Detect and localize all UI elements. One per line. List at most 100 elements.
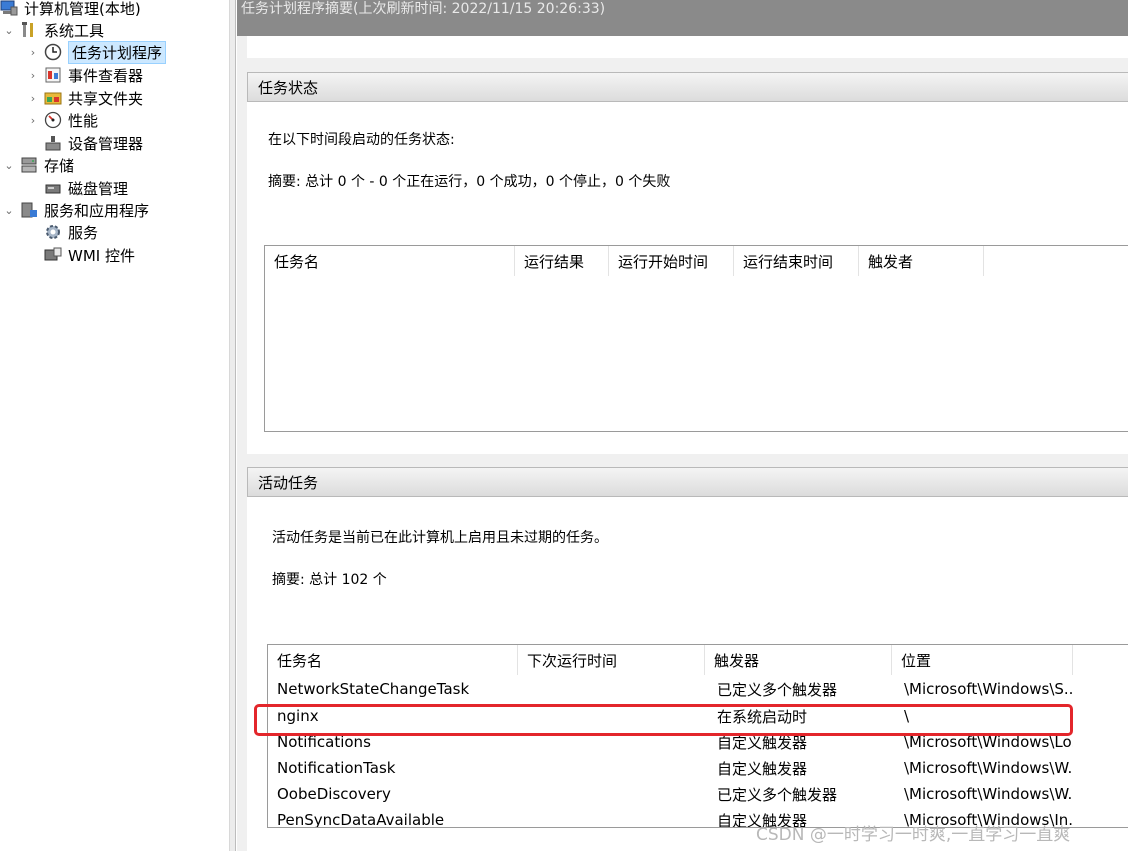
tree-label: 设备管理器 — [68, 134, 144, 153]
table-row[interactable]: NetworkStateChangeTask 已定义多个触发器 \Microso… — [268, 676, 1128, 702]
cell-next-run — [518, 807, 705, 827]
tree-node-storage[interactable]: ⌄ 存储 — [2, 154, 74, 176]
storage-icon — [20, 156, 38, 174]
column-header-run-result[interactable]: 运行结果 — [515, 246, 609, 276]
active-tasks-table: 任务名 下次运行时间 触发器 位置 NetworkStateChangeTask… — [267, 644, 1128, 828]
column-header-run-start[interactable]: 运行开始时间 — [609, 246, 734, 276]
column-header-next-run[interactable]: 下次运行时间 — [518, 645, 705, 675]
chevron-right-icon[interactable]: › — [26, 91, 40, 105]
tree-label: WMI 控件 — [68, 246, 135, 265]
cell-task-name: PenSyncDataAvailable — [277, 811, 445, 828]
cell-trigger: 自定义触发器 — [717, 759, 808, 778]
tree-node-services-apps[interactable]: ⌄ 服务和应用程序 — [2, 199, 149, 221]
active-tasks-title: 活动任务 — [258, 473, 319, 492]
pane-splitter[interactable] — [230, 0, 236, 851]
chevron-right-icon[interactable]: › — [26, 45, 40, 59]
cell-next-run — [518, 676, 705, 702]
task-status-summary: 摘要: 总计 0 个 - 0 个正在运行，0 个成功，0 个停止，0 个失败 — [268, 174, 671, 190]
tree-label: 计算机管理(本地) — [24, 0, 141, 18]
tree-label: 存储 — [44, 156, 75, 175]
tree-node-device-manager[interactable]: 设备管理器 — [44, 132, 143, 154]
services-apps-icon — [20, 201, 38, 219]
cell-task-name: nginx — [277, 707, 319, 725]
cell-location: \ — [904, 707, 910, 725]
watermark: CSDN @一时学习一时爽,一直学习一直爽 — [756, 825, 1071, 845]
tree-node-wmi[interactable]: WMI 控件 — [44, 244, 135, 266]
table-row[interactable]: OobeDiscovery 已定义多个触发器 \Microsoft\Window… — [268, 781, 1128, 807]
cell-location: \Microsoft\Windows\W... — [904, 785, 1073, 803]
tree-label: 磁盘管理 — [68, 179, 129, 198]
wmi-icon — [44, 246, 62, 264]
cell-task-name: NotificationTask — [277, 759, 396, 777]
performance-icon — [44, 111, 62, 129]
tree-node-shared-folders[interactable]: › 共享文件夹 — [26, 87, 143, 109]
device-manager-icon — [44, 134, 62, 152]
cell-trigger: 自定义触发器 — [717, 733, 808, 752]
tree-label: 系统工具 — [44, 21, 105, 40]
task-status-header[interactable]: 任务状态 — [247, 72, 1128, 102]
tree-label: 共享文件夹 — [68, 89, 144, 108]
cell-location: \Microsoft\Windows\Lo... — [904, 733, 1073, 751]
chevron-down-icon[interactable]: ⌄ — [2, 203, 16, 217]
shared-folder-icon — [44, 89, 62, 107]
cell-next-run — [518, 703, 705, 729]
task-status-title: 任务状态 — [258, 78, 319, 97]
active-tasks-summary: 摘要: 总计 102 个 — [272, 572, 387, 588]
cell-next-run — [518, 755, 705, 781]
column-header-location[interactable]: 位置 — [892, 645, 1073, 675]
column-header-task-name[interactable]: 任务名 — [265, 246, 515, 276]
active-tasks-header[interactable]: 活动任务 — [247, 467, 1128, 497]
tree-label: 事件查看器 — [68, 66, 144, 85]
tree-node-task-scheduler[interactable]: › 任务计划程序 — [26, 40, 167, 64]
task-status-period-label: 在以下时间段启动的任务状态: — [268, 132, 455, 148]
tree-label: 性能 — [68, 111, 99, 130]
tree-node-performance[interactable]: › 性能 — [26, 109, 98, 131]
clock-icon — [44, 43, 62, 61]
cell-task-name: OobeDiscovery — [277, 785, 391, 803]
cell-location: \Microsoft\Windows\W... — [904, 759, 1073, 777]
summary-title-bar: 任务计划程序摘要(上次刷新时间: 2022/11/15 20:26:33) — [237, 0, 1128, 36]
table-row[interactable]: Notifications 自定义触发器 \Microsoft\Windows\… — [268, 729, 1128, 755]
tools-icon — [20, 21, 38, 39]
gear-icon — [44, 223, 62, 241]
tree-node-computer-management[interactable]: 计算机管理(本地) — [0, 0, 141, 19]
chevron-right-icon[interactable]: › — [26, 68, 40, 82]
tree-label: 任务计划程序 — [68, 40, 167, 64]
top-strip — [247, 36, 1128, 58]
cell-task-name: NetworkStateChangeTask — [277, 680, 470, 698]
column-header-task-name[interactable]: 任务名 — [268, 645, 518, 675]
chevron-right-icon[interactable]: › — [26, 113, 40, 127]
table-row[interactable]: NotificationTask 自定义触发器 \Microsoft\Windo… — [268, 755, 1128, 781]
cell-trigger: 已定义多个触发器 — [717, 785, 838, 804]
cell-next-run — [518, 781, 705, 807]
task-status-section: 任务状态 在以下时间段启动的任务状态: 摘要: 总计 0 个 - 0 个正在运行… — [247, 72, 1128, 454]
active-tasks-section: 活动任务 活动任务是当前已在此计算机上启用且未过期的任务。 摘要: 总计 102… — [247, 467, 1128, 851]
cell-task-name: Notifications — [277, 733, 371, 751]
tree-node-event-viewer[interactable]: › 事件查看器 — [26, 64, 143, 86]
cell-trigger: 在系统启动时 — [717, 707, 808, 726]
active-tasks-description: 活动任务是当前已在此计算机上启用且未过期的任务。 — [272, 530, 608, 546]
event-viewer-icon — [44, 66, 62, 84]
summary-title: 任务计划程序摘要(上次刷新时间: 2022/11/15 20:26:33) — [241, 1, 606, 17]
disk-icon — [44, 179, 62, 197]
cell-location: \Microsoft\Windows\S... — [904, 680, 1073, 698]
tree-node-system-tools[interactable]: ⌄ 系统工具 — [2, 19, 104, 41]
column-header-trigger[interactable]: 触发器 — [705, 645, 892, 675]
summary-pane: 任务计划程序摘要(上次刷新时间: 2022/11/15 20:26:33) 任务… — [237, 0, 1128, 851]
tree-label: 服务和应用程序 — [44, 201, 150, 220]
navigation-tree: 计算机管理(本地) ⌄ 系统工具 › 任务计划程序 › 事件查看器 › 共享文件… — [0, 0, 230, 851]
table-row[interactable]: nginx 在系统启动时 \ — [268, 703, 1128, 729]
cell-trigger: 已定义多个触发器 — [717, 680, 838, 699]
chevron-down-icon[interactable]: ⌄ — [2, 23, 16, 37]
chevron-down-icon[interactable]: ⌄ — [2, 158, 16, 172]
task-status-table-header: 任务名 运行结果 运行开始时间 运行结束时间 触发者 — [265, 246, 1128, 276]
task-status-table: 任务名 运行结果 运行开始时间 运行结束时间 触发者 — [264, 245, 1128, 432]
column-header-run-end[interactable]: 运行结束时间 — [734, 246, 859, 276]
cell-next-run — [518, 729, 705, 755]
tree-node-services[interactable]: 服务 — [44, 221, 98, 243]
tree-node-disk-management[interactable]: 磁盘管理 — [44, 177, 128, 199]
column-header-triggered-by[interactable]: 触发者 — [859, 246, 984, 276]
active-tasks-table-header: 任务名 下次运行时间 触发器 位置 — [268, 645, 1128, 675]
tree-label: 服务 — [68, 223, 99, 242]
computer-management-icon — [0, 0, 18, 17]
